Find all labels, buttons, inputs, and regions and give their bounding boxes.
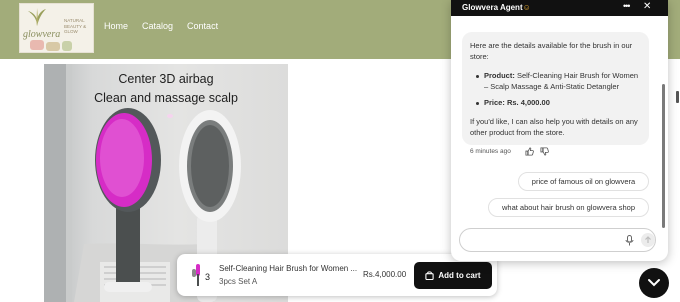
image-caption-line2: Clean and massage scalp [94, 91, 238, 105]
add-to-cart-button[interactable]: Add to cart [414, 262, 492, 289]
main-nav: Home Catalog Contact [104, 21, 218, 31]
thumbs-down-icon[interactable] [540, 147, 549, 156]
logo-jar [46, 42, 60, 51]
agent-message-outro: If you'd like, I can also help you with … [470, 117, 638, 137]
bullet-dot [476, 75, 479, 78]
product-detail: Product: Self-Cleaning Hair Brush for Wo… [484, 70, 644, 92]
cart-price: Rs.4,000.00 [363, 270, 407, 279]
chat-title: Glowvera Agent☺ [462, 3, 531, 12]
price-value: Rs. 4,000.00 [506, 98, 550, 107]
nav-link-catalog[interactable]: Catalog [142, 21, 173, 31]
microphone-icon[interactable] [625, 235, 634, 246]
bag-icon [425, 271, 435, 280]
logo-jar [62, 41, 72, 51]
image-caption-line1: Center 3D airbag [118, 72, 214, 86]
thumb-badge: 3 [205, 272, 210, 282]
price-label: Price: [484, 98, 505, 107]
chat-widget: Glowvera Agent☺ ••• ✕ Here are the detai… [451, 0, 668, 261]
add-to-cart-label: Add to cart [438, 271, 481, 280]
arrow-up-icon [645, 236, 651, 243]
store-logo[interactable]: glowvera NATURAL BEAUTY & GLOW [19, 3, 94, 53]
cart-variant: 3pcs Set A [219, 277, 258, 286]
page-scroll-marker[interactable] [676, 91, 679, 103]
cart-product-title: Self-Cleaning Hair Brush for Women ... [219, 264, 358, 273]
smile-icon: ☺ [522, 3, 531, 12]
logo-tagline: NATURAL BEAUTY & GLOW [64, 18, 87, 34]
product-label: Product: [484, 71, 515, 80]
chat-header: Glowvera Agent☺ ••• ✕ [451, 0, 668, 16]
more-dots-icon[interactable]: ••• [623, 1, 631, 11]
user-message: what about hair brush on glowvera shop [488, 198, 649, 217]
message-timestamp: 6 minutes ago [470, 148, 511, 155]
chat-message-input[interactable] [459, 228, 656, 252]
chat-launcher-button[interactable] [639, 268, 669, 298]
bullet-dot [476, 102, 479, 105]
nav-link-home[interactable]: Home [104, 21, 128, 31]
user-message: price of famous oil on glowvera [518, 172, 649, 191]
leaf-icon [28, 8, 46, 26]
sticky-add-to-cart-bar: 3 Self-Cleaning Hair Brush for Women ...… [177, 254, 497, 296]
thumbs-up-icon[interactable] [525, 147, 534, 156]
product-thumbnail: 3 [185, 260, 215, 290]
chat-scrollbar[interactable] [662, 84, 665, 228]
nav-link-contact[interactable]: Contact [187, 21, 218, 31]
close-icon[interactable]: ✕ [643, 1, 651, 12]
logo-jar [30, 40, 44, 50]
agent-message-bubble: Here are the details available for the b… [462, 32, 649, 145]
send-icon[interactable] [641, 233, 655, 247]
chevron-down-icon [648, 279, 660, 287]
agent-message-intro: Here are the details available for the b… [470, 41, 633, 61]
chat-title-text: Glowvera Agent [462, 3, 523, 12]
logo-wordmark: glowvera [23, 29, 61, 40]
price-detail: Price: Rs. 4,000.00 [484, 97, 644, 108]
